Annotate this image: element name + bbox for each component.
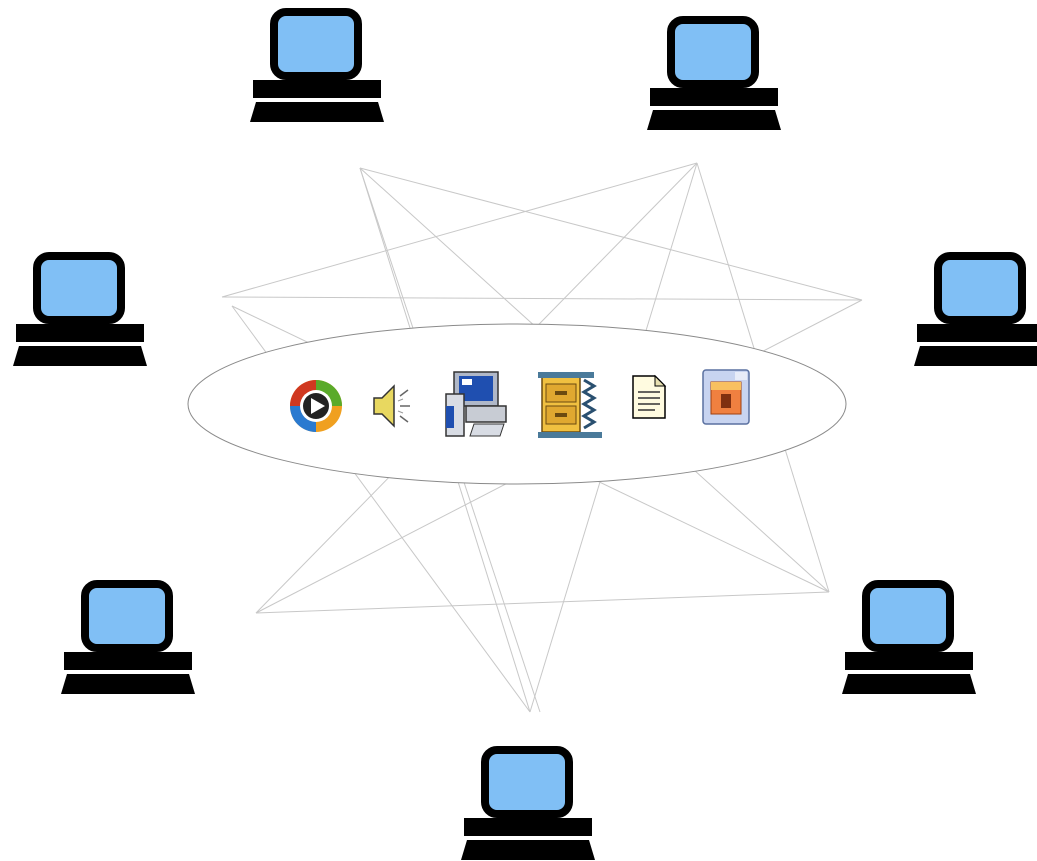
- computer-bottom-left: [61, 584, 195, 694]
- text-document-icon: [632, 374, 667, 419]
- computer-icon: [250, 12, 384, 122]
- computer-icon: [13, 256, 147, 366]
- computer-right: [914, 256, 1037, 366]
- computer-icon: [842, 584, 976, 694]
- computer-bottom: [461, 750, 595, 860]
- computer-icon: [461, 750, 595, 860]
- network-diagram: [0, 0, 1037, 861]
- computer-icon: [61, 584, 195, 694]
- picture-file-icon: [702, 369, 750, 425]
- network-computer-icon: [445, 371, 507, 437]
- computer-left: [13, 256, 147, 366]
- computer-icon: [647, 20, 781, 130]
- computer-top-left: [250, 12, 384, 122]
- computer-bottom-right: [842, 584, 976, 694]
- computer-icon: [914, 256, 1037, 366]
- media-player-icon: [290, 380, 342, 432]
- computer-top-right: [647, 20, 781, 130]
